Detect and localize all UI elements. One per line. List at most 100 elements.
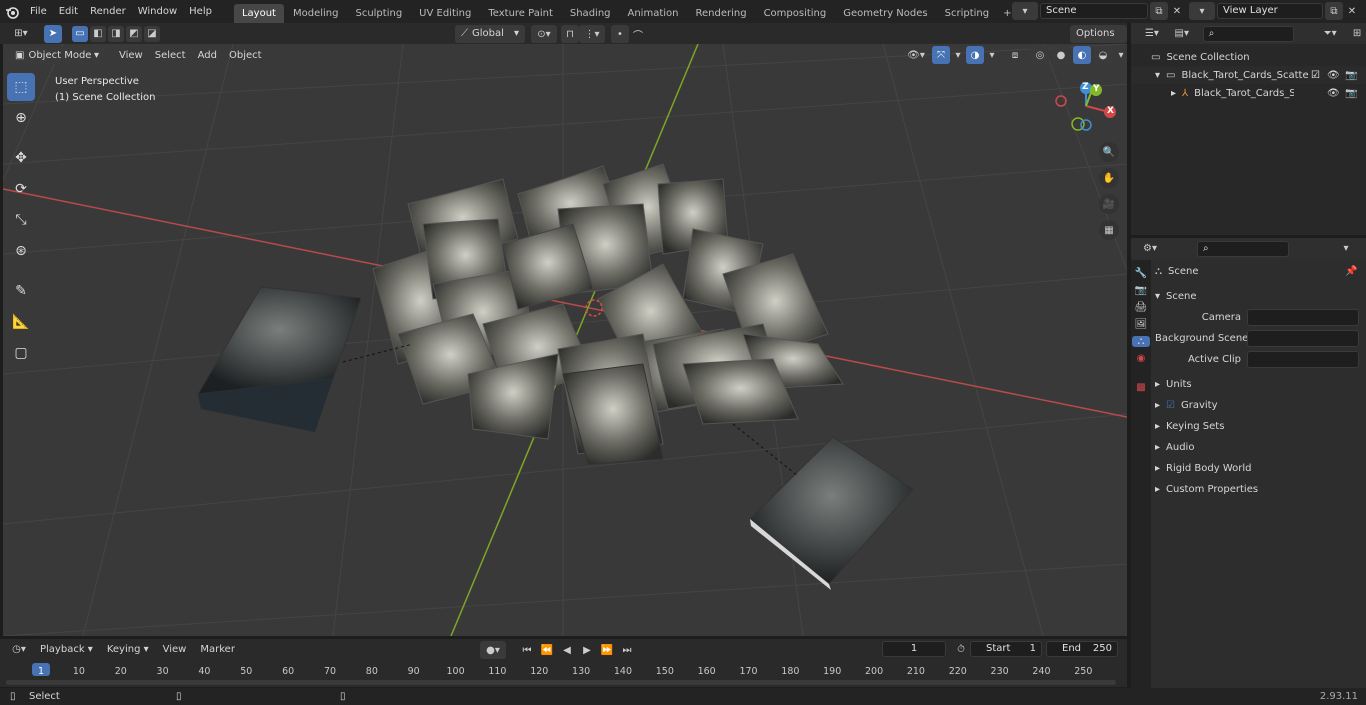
gizmo-toggle-icon[interactable]: ⤧	[932, 46, 950, 64]
panel-rigid-body-world[interactable]: ▸ Rigid Body World	[1155, 458, 1366, 479]
pan-hand-icon[interactable]: ✋	[1099, 168, 1119, 188]
delete-view-layer-icon[interactable]: ✕	[1343, 2, 1361, 20]
tool-tab-icon[interactable]: 🔧	[1135, 268, 1147, 279]
tarot-cards-pile[interactable]	[372, 163, 844, 465]
rotate-tool-icon[interactable]: ⟳	[7, 175, 35, 203]
render-tab-icon[interactable]: 📷	[1135, 285, 1147, 296]
select-box-tool-icon[interactable]: ⬚	[7, 73, 35, 101]
view-layer-icon[interactable]: ▾	[1189, 2, 1215, 20]
panel-custom-properties[interactable]: ▸ Custom Properties	[1155, 479, 1366, 500]
measure-tool-icon[interactable]: 📐	[7, 308, 35, 336]
xray-icon[interactable]: ⧈	[1006, 46, 1024, 64]
camera-icon[interactable]: 📷	[1345, 88, 1357, 99]
rendered-shading-icon[interactable]: ◒	[1094, 46, 1112, 64]
annotate-tool-icon[interactable]: ✎	[7, 277, 35, 305]
new-scene-icon[interactable]: ⧉	[1150, 2, 1168, 20]
scale-tool-icon[interactable]: ⤡	[7, 206, 35, 234]
jump-keyframe-back-icon[interactable]: ⏪	[538, 641, 556, 659]
move-tool-icon[interactable]: ✥	[7, 144, 35, 172]
eye-icon[interactable]: 👁	[1327, 88, 1340, 99]
select-extend-icon[interactable]: ◧	[90, 25, 106, 42]
tab-scripting[interactable]: Scripting	[937, 4, 997, 23]
camera-icon[interactable]: 📷	[1345, 70, 1357, 81]
properties-dropdown-icon[interactable]: ▾	[1337, 240, 1355, 258]
select-new-icon[interactable]: ▭	[72, 25, 88, 42]
play-icon[interactable]: ▶	[578, 641, 596, 659]
pivot-icon[interactable]: ⊙▾	[531, 25, 557, 43]
tab-shading[interactable]: Shading	[562, 4, 619, 23]
scene-icon[interactable]: ▾	[1012, 2, 1038, 20]
display-mode-icon[interactable]: ▤▾	[1169, 25, 1195, 43]
expand-arrow-icon[interactable]: ▸	[1171, 88, 1176, 99]
select-intersect-icon[interactable]: ◪	[144, 25, 160, 42]
filter-icon[interactable]: ⏷▾	[1316, 25, 1344, 43]
view-layer-tab-icon[interactable]: 🖼	[1135, 319, 1148, 330]
orientation-dropdown[interactable]: ⟋ Global ▾	[455, 25, 525, 43]
material-shading-icon[interactable]: ◐	[1073, 46, 1091, 64]
navigation-gizmo[interactable]: Z Y X	[1052, 80, 1122, 136]
jump-end-icon[interactable]: ⏭	[618, 641, 636, 659]
viewport-scene[interactable]	[3, 44, 1127, 636]
expand-arrow-icon[interactable]: ▾	[1155, 70, 1160, 81]
tab-modeling[interactable]: Modeling	[285, 4, 347, 23]
shading-dropdown-icon[interactable]: ▾	[1115, 46, 1127, 64]
panel-audio[interactable]: ▸ Audio	[1155, 437, 1366, 458]
select-tool-icon[interactable]: ➤	[44, 24, 62, 43]
world-tab-icon[interactable]: ◉	[1137, 353, 1146, 364]
menu-select[interactable]: Select	[149, 47, 192, 64]
options-dropdown[interactable]: Options ▾	[1070, 25, 1127, 57]
outliner-editor-icon[interactable]: ☰▾	[1139, 25, 1165, 43]
snap-icon[interactable]: ⊓	[561, 25, 579, 43]
checkbox-icon[interactable]: ☑	[1166, 395, 1175, 416]
jump-keyframe-forward-icon[interactable]: ⏩	[598, 641, 616, 659]
zoom-icon[interactable]: 🔍	[1099, 142, 1119, 162]
select-invert-icon[interactable]: ◩	[126, 25, 142, 42]
scene-tab-icon[interactable]: ⛬	[1132, 336, 1150, 347]
scene-name-field[interactable]: Scene	[1040, 3, 1148, 19]
mode-dropdown[interactable]: ▣ Object Mode ▾	[9, 46, 105, 64]
end-frame-field[interactable]: End 250	[1046, 641, 1118, 657]
menu-object[interactable]: Object	[223, 47, 268, 64]
overlay-toggle-icon[interactable]: ◑	[966, 46, 984, 64]
properties-editor-icon[interactable]: ⚙▾	[1137, 240, 1163, 258]
tab-layout[interactable]: Layout	[233, 4, 284, 23]
tab-compositing[interactable]: Compositing	[756, 4, 835, 23]
transform-tool-icon[interactable]: ⊛	[7, 237, 35, 265]
panel-gravity[interactable]: ▸ ☑ Gravity	[1155, 395, 1366, 416]
new-collection-icon[interactable]: ⊞	[1348, 25, 1366, 43]
visibility-icon[interactable]: 👁▾	[903, 46, 929, 64]
blender-logo-icon[interactable]	[0, 5, 24, 19]
cursor-tool-icon[interactable]: ⊕	[7, 104, 35, 132]
card-box-right[interactable]	[749, 436, 914, 590]
overlay-dropdown-icon[interactable]: ▾	[987, 46, 997, 64]
snap-target-icon[interactable]: ⋮▾	[579, 25, 605, 43]
panel-units[interactable]: ▸ Units	[1155, 374, 1366, 395]
eye-icon[interactable]: 👁	[1327, 70, 1340, 81]
wireframe-shading-icon[interactable]: ◎	[1031, 46, 1049, 64]
3d-viewport[interactable]	[3, 44, 1127, 636]
tab-geometry-nodes[interactable]: Geometry Nodes	[835, 4, 935, 23]
scene-panel-header[interactable]: ▾ Scene	[1155, 286, 1366, 307]
current-frame-field[interactable]: 1	[882, 641, 946, 657]
menu-file[interactable]: File	[24, 0, 53, 23]
add-cube-tool-icon[interactable]: ▢	[7, 339, 35, 367]
panel-keying-sets[interactable]: ▸ Keying Sets	[1155, 416, 1366, 437]
texture-tab-icon[interactable]: ▩	[1136, 382, 1145, 393]
menu-render[interactable]: Render	[84, 0, 132, 23]
menu-playback[interactable]: Playback ▾	[34, 641, 99, 658]
falloff-icon[interactable]: ⌒	[629, 25, 647, 43]
tab-sculpting[interactable]: Sculpting	[347, 4, 410, 23]
tab-texture-paint[interactable]: Texture Paint	[480, 4, 561, 23]
card-box-left[interactable]	[197, 286, 362, 432]
output-tab-icon[interactable]: 🖨	[1135, 302, 1148, 313]
timeline-scrollbar[interactable]	[6, 680, 1116, 685]
delete-scene-icon[interactable]: ✕	[1168, 2, 1186, 20]
tab-uv-editing[interactable]: UV Editing	[411, 4, 479, 23]
view-layer-field[interactable]: View Layer	[1217, 3, 1323, 19]
menu-help[interactable]: Help	[183, 0, 218, 23]
menu-edit[interactable]: Edit	[53, 0, 84, 23]
start-frame-field[interactable]: Start 1	[970, 641, 1042, 657]
outliner-row-object[interactable]: ▸ ⅄ Black_Tarot_Cards_Scatte 👁 📷	[1131, 84, 1366, 102]
outliner-row-scene-collection[interactable]: ▭ Scene Collection	[1131, 48, 1366, 66]
select-subtract-icon[interactable]: ◨	[108, 25, 124, 42]
